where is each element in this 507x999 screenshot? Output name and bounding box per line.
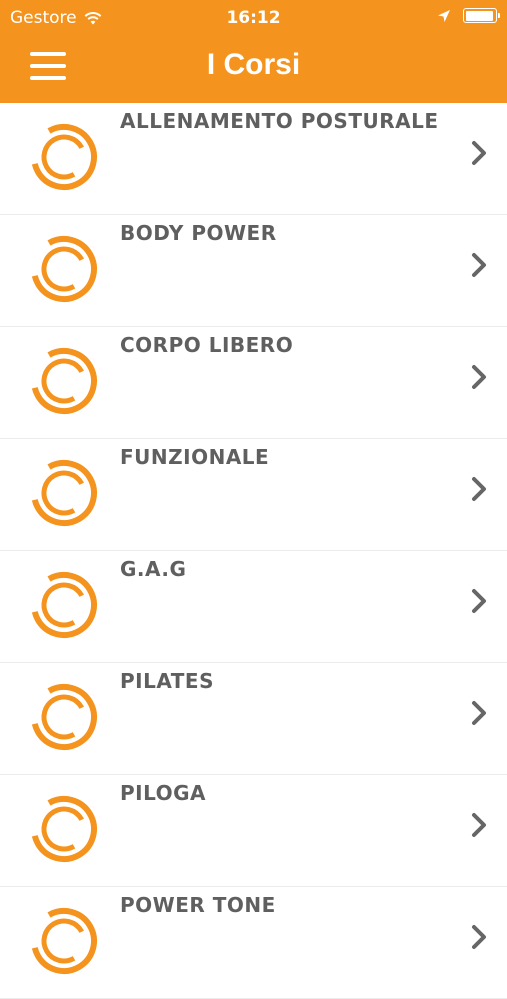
course-name: FUNZIONALE (120, 445, 270, 469)
chevron-right-icon (472, 477, 486, 501)
status-time: 16:12 (226, 8, 281, 28)
course-list: ALLENAMENTO POSTURALE BODY POWER CORPO LIB… (0, 103, 507, 999)
course-name: BODY POWER (120, 221, 277, 245)
app-header: Gestore 16:12 I Corsi (0, 0, 507, 103)
course-logo-icon (31, 460, 97, 526)
chevron-right-icon (472, 701, 486, 725)
battery-level (465, 10, 493, 21)
page-title: I Corsi (206, 48, 301, 81)
course-logo-icon (31, 348, 97, 414)
nav-bar: I Corsi (0, 36, 507, 103)
course-logo-icon (31, 796, 97, 862)
chevron-right-icon (472, 925, 486, 949)
course-list-item[interactable]: PILOGA (0, 775, 507, 887)
chevron-right-icon (472, 365, 486, 389)
chevron-right-icon (472, 813, 486, 837)
course-name: PILATES (120, 669, 214, 693)
course-name: PILOGA (120, 781, 207, 805)
course-logo-icon (31, 908, 97, 974)
course-name: ALLENAMENTO POSTURALE (120, 109, 439, 133)
course-list-item[interactable]: BODY POWER (0, 215, 507, 327)
course-logo-icon (31, 124, 97, 190)
course-logo-icon (31, 236, 97, 302)
chevron-right-icon (472, 589, 486, 613)
course-list-item[interactable]: CORPO LIBERO (0, 327, 507, 439)
course-logo-icon (31, 684, 97, 750)
course-logo-icon (31, 572, 97, 638)
course-list-item[interactable]: G.A.G (0, 551, 507, 663)
course-list-item[interactable]: POWER TONE (0, 887, 507, 999)
status-right (437, 8, 500, 23)
course-name: POWER TONE (120, 893, 276, 917)
course-name: CORPO LIBERO (120, 333, 294, 357)
battery-icon (463, 8, 500, 23)
course-list-item[interactable]: ALLENAMENTO POSTURALE (0, 103, 507, 215)
course-list-item[interactable]: PILATES (0, 663, 507, 775)
status-bar: Gestore 16:12 (0, 0, 507, 36)
course-list-item[interactable]: FUNZIONALE (0, 439, 507, 551)
location-arrow-icon (438, 9, 450, 22)
chevron-right-icon (472, 141, 486, 165)
course-name: G.A.G (120, 557, 187, 581)
chevron-right-icon (472, 253, 486, 277)
